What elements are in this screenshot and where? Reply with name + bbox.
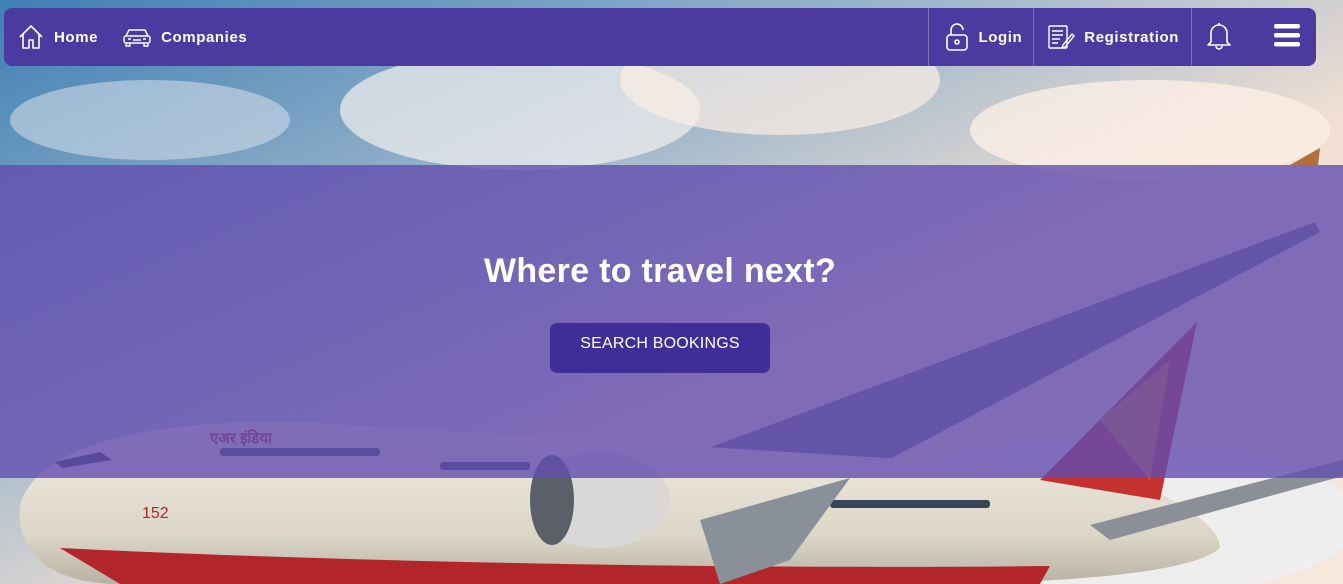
bell-icon bbox=[1206, 20, 1232, 55]
notifications-button[interactable] bbox=[1192, 8, 1246, 66]
nav-login-link[interactable]: Login bbox=[929, 8, 1033, 66]
nav-registration-link[interactable]: Registration bbox=[1034, 8, 1191, 66]
car-icon bbox=[122, 26, 152, 48]
nav-login-label: Login bbox=[978, 28, 1023, 46]
top-navbar: Home Companies Login Registration bbox=[4, 8, 1316, 66]
nav-registration-label: Registration bbox=[1084, 28, 1179, 46]
nav-home-link[interactable]: Home bbox=[17, 8, 98, 66]
menu-button[interactable] bbox=[1274, 8, 1300, 66]
registration-icon bbox=[1047, 23, 1076, 51]
nav-home-label: Home bbox=[54, 28, 99, 46]
nav-companies-label: Companies bbox=[161, 28, 248, 46]
lock-icon bbox=[945, 22, 969, 52]
search-bookings-button[interactable]: SEARCH BOOKINGS bbox=[550, 323, 770, 373]
hero-headline: Where to travel next? bbox=[483, 252, 837, 290]
nav-companies-link[interactable]: Companies bbox=[122, 8, 247, 66]
home-icon bbox=[17, 23, 45, 51]
menu-icon bbox=[1274, 22, 1300, 53]
hero-overlay-band bbox=[0, 165, 1343, 478]
aircraft-number: 152 bbox=[142, 505, 169, 522]
